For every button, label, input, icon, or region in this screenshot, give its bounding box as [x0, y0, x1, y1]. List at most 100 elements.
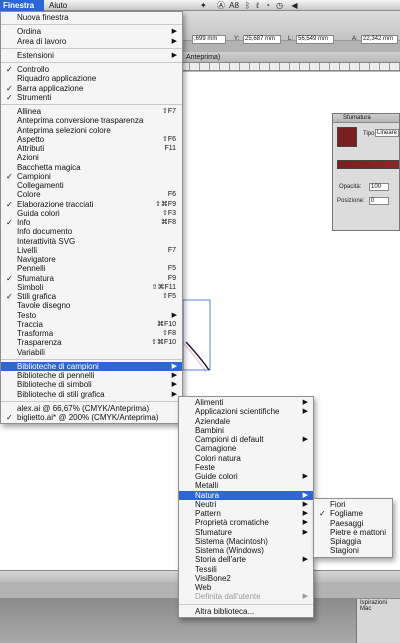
- finestra-item-info-documento[interactable]: Info documento: [1, 227, 182, 236]
- finestra-item-estensioni[interactable]: Estensioni ▶: [1, 51, 182, 60]
- menu-item-label: Natura: [195, 490, 220, 500]
- finestra-item-tavole-disegno[interactable]: Tavole disegno: [1, 301, 182, 310]
- y-field[interactable]: 25,687 mm: [243, 35, 281, 44]
- campioni-item-sistema-macintosh[interactable]: Sistema (Macintosh): [179, 537, 313, 546]
- finestra-item-strumenti[interactable]: ✓ Strumenti: [1, 93, 182, 102]
- shortcut-label: ⇧F6: [161, 135, 176, 143]
- campioni-item-feste[interactable]: Feste: [179, 463, 313, 472]
- campioni-item-aziendale[interactable]: Aziendale: [179, 417, 313, 426]
- menubar-finestra[interactable]: Finestra: [0, 0, 44, 11]
- finestra-item-anteprima-selezioni-colore[interactable]: Anteprima selezioni colore: [1, 126, 182, 135]
- finestra-item-stili-grafica[interactable]: ✓ Stili grafica ⇧F5: [1, 292, 182, 301]
- submenu-arrow-icon: ▶: [171, 28, 177, 36]
- finestra-item-variabili[interactable]: Variabili: [1, 348, 182, 357]
- natura-item-spiaggia[interactable]: Spiaggia: [314, 537, 392, 546]
- finestra-item-biglietto-ai-200-cmyk-anteprima[interactable]: ✓ biglietto.ai* @ 200% (CMYK/Anteprima): [1, 413, 182, 422]
- opacity-field[interactable]: 100: [369, 183, 389, 191]
- gradient-panel-title[interactable]: Sfumatura: [333, 114, 399, 123]
- campioni-item-storia-dell-arte[interactable]: Storia dell'arte ▶: [179, 555, 313, 564]
- finestra-item-info[interactable]: ✓ Info ⌘F8: [1, 218, 182, 227]
- campioni-item-alimenti[interactable]: Alimenti ▶: [179, 398, 313, 407]
- finestra-item-simboli[interactable]: Simboli ⇧⌘F11: [1, 283, 182, 292]
- finestra-item-sfumatura[interactable]: ✓ Sfumatura F9: [1, 274, 182, 283]
- finestra-item-allinea[interactable]: Allinea ⇧F7: [1, 107, 182, 116]
- l-field[interactable]: 56,549 mm: [296, 35, 334, 44]
- campioni-item-colori-natura[interactable]: Colori natura: [179, 454, 313, 463]
- natura-item-paesaggi[interactable]: Paesaggi: [314, 519, 392, 528]
- campioni-item-sistema-windows[interactable]: Sistema (Windows): [179, 546, 313, 555]
- campioni-item-proprieta-cromatiche[interactable]: Proprietà cromatiche ▶: [179, 518, 313, 527]
- menubar-aiuto[interactable]: Aiuto: [46, 0, 70, 11]
- campioni-item-web[interactable]: Web: [179, 583, 313, 592]
- campioni-item-natura[interactable]: Natura ▶: [179, 490, 313, 500]
- gradient-swatch[interactable]: [337, 127, 357, 147]
- menu-item-label: Neutri: [195, 499, 217, 509]
- natura-item-fogliame[interactable]: ✓ Fogliame: [314, 509, 392, 518]
- submenu-arrow-icon: ▶: [171, 362, 177, 370]
- campioni-item-campioni-di-default[interactable]: Campioni di default ▶: [179, 435, 313, 444]
- campioni-item-carnagione[interactable]: Carnagione: [179, 444, 313, 453]
- menu-item-label: Applicazioni scientifiche: [195, 407, 280, 417]
- gradient-slider[interactable]: [337, 160, 399, 169]
- submenu-arrow-icon: ▶: [302, 473, 308, 480]
- finestra-item-controllo[interactable]: ✓ Controllo: [1, 65, 182, 74]
- submenu-arrow-icon: ▶: [171, 381, 177, 389]
- finestra-item-collegamenti[interactable]: Collegamenti: [1, 181, 182, 190]
- campioni-item-altra-biblioteca[interactable]: Altra biblioteca...: [179, 607, 313, 616]
- wifi-icon[interactable]: ◔: [265, 1, 270, 10]
- volume-icon[interactable]: ◀: [291, 1, 297, 10]
- finestra-item-azioni[interactable]: Azioni: [1, 153, 182, 162]
- script-icon[interactable]: ℓ: [256, 1, 259, 10]
- bluetooth-status-icon[interactable]: ᛒ: [245, 1, 250, 10]
- checkmark-icon: ✓: [319, 509, 326, 519]
- adobe-icon[interactable]: Ⓐ: [217, 1, 225, 10]
- selected-path[interactable]: [185, 341, 210, 371]
- finestra-item-anteprima-conversione-trasparenza[interactable]: Anteprima conversione trasparenza: [1, 116, 182, 125]
- finestra-item-pennelli[interactable]: Pennelli F5: [1, 264, 182, 273]
- position-field[interactable]: 0: [369, 197, 389, 205]
- finestra-item-trasparenza[interactable]: Trasparenza ⇧⌘F10: [1, 338, 182, 347]
- campioni-item-sfumature[interactable]: Sfumature ▶: [179, 528, 313, 537]
- document-tab[interactable]: Anteprima): [186, 52, 220, 63]
- campioni-item-metalli[interactable]: Metalli: [179, 481, 313, 490]
- finestra-item-riquadro-applicazione[interactable]: Riquadro applicazione: [1, 74, 182, 83]
- finestra-item-guida-colori[interactable]: Guida colori ⇧F3: [1, 209, 182, 218]
- finestra-item-ordina[interactable]: Ordina ▶: [1, 27, 182, 36]
- bluetooth-icon[interactable]: ✦: [200, 1, 207, 10]
- x-field[interactable]: ,699 mm: [192, 35, 226, 44]
- campioni-item-pattern[interactable]: Pattern ▶: [179, 509, 313, 518]
- campioni-item-applicazioni-scientifiche[interactable]: Applicazioni scientifiche ▶: [179, 407, 313, 416]
- finestra-item-barra-applicazione[interactable]: ✓ Barra applicazione: [1, 84, 182, 93]
- campioni-item-tessili[interactable]: Tessili: [179, 565, 313, 574]
- finestra-item-biblioteche-di-simboli[interactable]: Biblioteche di simboli ▶: [1, 380, 182, 389]
- finestra-item-attributi[interactable]: Attributi F11: [1, 144, 182, 153]
- finestra-item-biblioteche-di-stili-grafica[interactable]: Biblioteche di stili grafica ▶: [1, 390, 182, 399]
- finestra-item-biblioteche-di-campioni[interactable]: Biblioteche di campioni ▶: [1, 361, 182, 371]
- finestra-item-colore[interactable]: Colore F6: [1, 190, 182, 199]
- finestra-item-biblioteche-di-pennelli[interactable]: Biblioteche di pennelli ▶: [1, 371, 182, 380]
- campioni-item-neutri[interactable]: Neutri ▶: [179, 500, 313, 509]
- finestra-item-elaborazione-tracciati[interactable]: ✓ Elaborazione tracciati ⇧⌘F9: [1, 200, 182, 209]
- finestra-item-aspetto[interactable]: Aspetto ⇧F6: [1, 135, 182, 144]
- finestra-item-testo[interactable]: Testo ▶: [1, 311, 182, 320]
- campioni-item-guide-colori[interactable]: Guide colori ▶: [179, 472, 313, 481]
- finestra-item-alex-ai-66-67-cmyk-anteprima[interactable]: alex.ai @ 66,67% (CMYK/Anteprima): [1, 404, 182, 413]
- finestra-item-navigatore[interactable]: Navigatore: [1, 255, 182, 264]
- submenu-arrow-icon: ▶: [302, 436, 308, 443]
- natura-item-fiori[interactable]: Fiori: [314, 500, 392, 509]
- finestra-item-nuova-finestra[interactable]: Nuova finestra: [1, 13, 182, 22]
- finestra-item-livelli[interactable]: Livelli F7: [1, 246, 182, 255]
- campioni-item-visibone2[interactable]: VisiBone2: [179, 574, 313, 583]
- campioni-item-bambini[interactable]: Bambini: [179, 426, 313, 435]
- finestra-item-campioni[interactable]: ✓ Campioni: [1, 172, 182, 181]
- natura-item-pietre-e-mattoni[interactable]: Pietre e mattoni: [314, 528, 392, 537]
- natura-item-stagioni[interactable]: Stagioni: [314, 546, 392, 555]
- type-select[interactable]: Lineare: [375, 129, 399, 137]
- finestra-item-interattivita-svg[interactable]: Interattività SVG: [1, 237, 182, 246]
- time-machine-icon[interactable]: ◷: [276, 1, 283, 10]
- finestra-item-traccia[interactable]: Traccia ⌘F10: [1, 320, 182, 329]
- a-field[interactable]: 22,342 mm: [361, 35, 398, 44]
- finestra-item-trasforma[interactable]: Trasforma ⇧F8: [1, 329, 182, 338]
- finestra-item-area-di-lavoro[interactable]: Area di lavoro ▶: [1, 37, 182, 46]
- finestra-item-bacchetta-magica[interactable]: Bacchetta magica: [1, 163, 182, 172]
